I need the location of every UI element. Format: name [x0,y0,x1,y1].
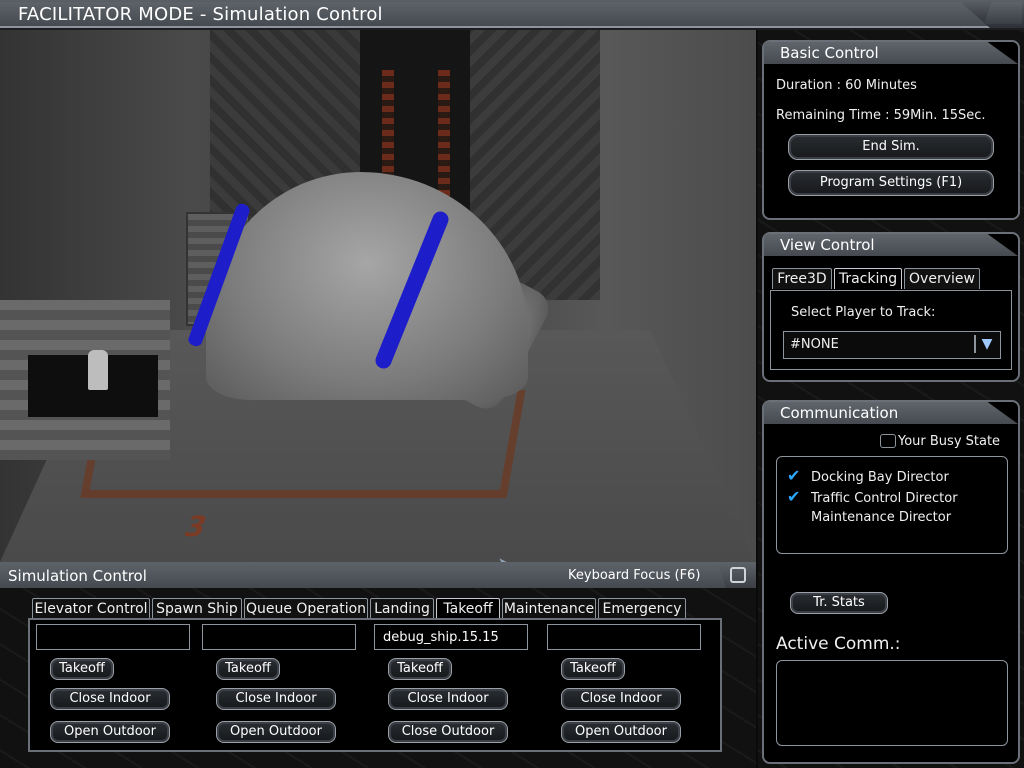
tab-tracking[interactable]: Tracking [834,268,902,289]
check-icon: ✔ [787,466,801,485]
view-control-panel: View Control Free3D Tracking Overview Se… [762,232,1020,382]
bay-4-takeoff-button[interactable]: Takeoff [561,658,625,680]
bay-4-close-indoor-button[interactable]: Close Indoor [561,688,681,710]
tab-emergency[interactable]: Emergency [598,598,686,619]
tab-takeoff[interactable]: Takeoff [436,598,500,619]
bay-2-outdoor-button[interactable]: Open Outdoor [216,721,336,743]
communication-panel: Communication Your Busy State ✔ Docking B… [762,400,1020,764]
operator-figure [88,350,108,390]
active-comm-box [776,660,1008,746]
remaining-time-text: Remaining Time : 59Min. 15Sec. [776,108,986,123]
bay-2-ship-field[interactable] [202,624,356,650]
scene-viewport[interactable]: 3 [0,30,756,562]
bay-3-ship-field[interactable]: debug_ship.15.15 [374,624,528,650]
bay-1-ship-field[interactable] [36,624,190,650]
sim-control-title: Simulation Control [8,567,147,585]
focus-toggle-icon [730,567,746,583]
select-player-label: Select Player to Track: [791,305,936,320]
list-item[interactable]: ✔ Docking Bay Director [787,465,949,486]
hazard-stripe-right [438,70,450,210]
bay-4-outdoor-button[interactable]: Open Outdoor [561,721,681,743]
view-control-title: View Control [764,234,1018,256]
tracking-tab-content: Select Player to Track: #NONE ▼ [770,290,1012,370]
bay-2-close-indoor-button[interactable]: Close Indoor [216,688,336,710]
tab-landing[interactable]: Landing [370,598,434,619]
bay-3-outdoor-button[interactable]: Close Outdoor [388,721,508,743]
list-item[interactable]: ✔ Traffic Control Director [787,486,958,507]
busy-state-label: Your Busy State [898,434,1001,449]
window-title: FACILITATOR MODE - Simulation Control [18,4,383,25]
director-list: ✔ Docking Bay Director ✔ Traffic Control D… [776,456,1008,554]
tab-maintenance[interactable]: Maintenance [502,598,596,619]
tab-free3d[interactable]: Free3D [772,268,832,289]
bay-3-takeoff-button[interactable]: Takeoff [388,658,452,680]
end-sim-button[interactable]: End Sim. [788,134,994,160]
bay-1-takeoff-button[interactable]: Takeoff [50,658,114,680]
chevron-down-icon[interactable]: ▼ [974,335,998,353]
basic-control-title: Basic Control [764,42,1018,64]
program-settings-button[interactable]: Program Settings (F1) [788,170,994,196]
tab-spawn-ship[interactable]: Spawn Ship [152,598,242,619]
list-item[interactable]: Maintenance Director [787,507,951,528]
bay-4-ship-field[interactable] [547,624,701,650]
tab-overview[interactable]: Overview [904,268,980,289]
tr-stats-button[interactable]: Tr. Stats [790,592,888,614]
check-icon: ✔ [787,487,801,506]
duration-text: Duration : 60 Minutes [776,78,917,93]
tab-queue-operation[interactable]: Queue Operation [244,598,368,619]
basic-control-panel: Basic Control Duration : 60 Minutes Rema… [762,40,1020,220]
tab-elevator-control[interactable]: Elevator Control [32,598,150,619]
bay-2-takeoff-button[interactable]: Takeoff [216,658,280,680]
keyboard-focus-label: Keyboard Focus (F6) [568,568,701,583]
communication-title: Communication [764,402,1018,424]
busy-state-checkbox[interactable] [880,434,896,448]
player-select-dropdown[interactable]: #NONE ▼ [783,331,1001,359]
active-comm-label: Active Comm.: [776,634,901,654]
bay-1-outdoor-button[interactable]: Open Outdoor [50,721,170,743]
bay-3-close-indoor-button[interactable]: Close Indoor [388,688,508,710]
player-select-value: #NONE [790,337,839,352]
bay-1-close-indoor-button[interactable]: Close Indoor [50,688,170,710]
